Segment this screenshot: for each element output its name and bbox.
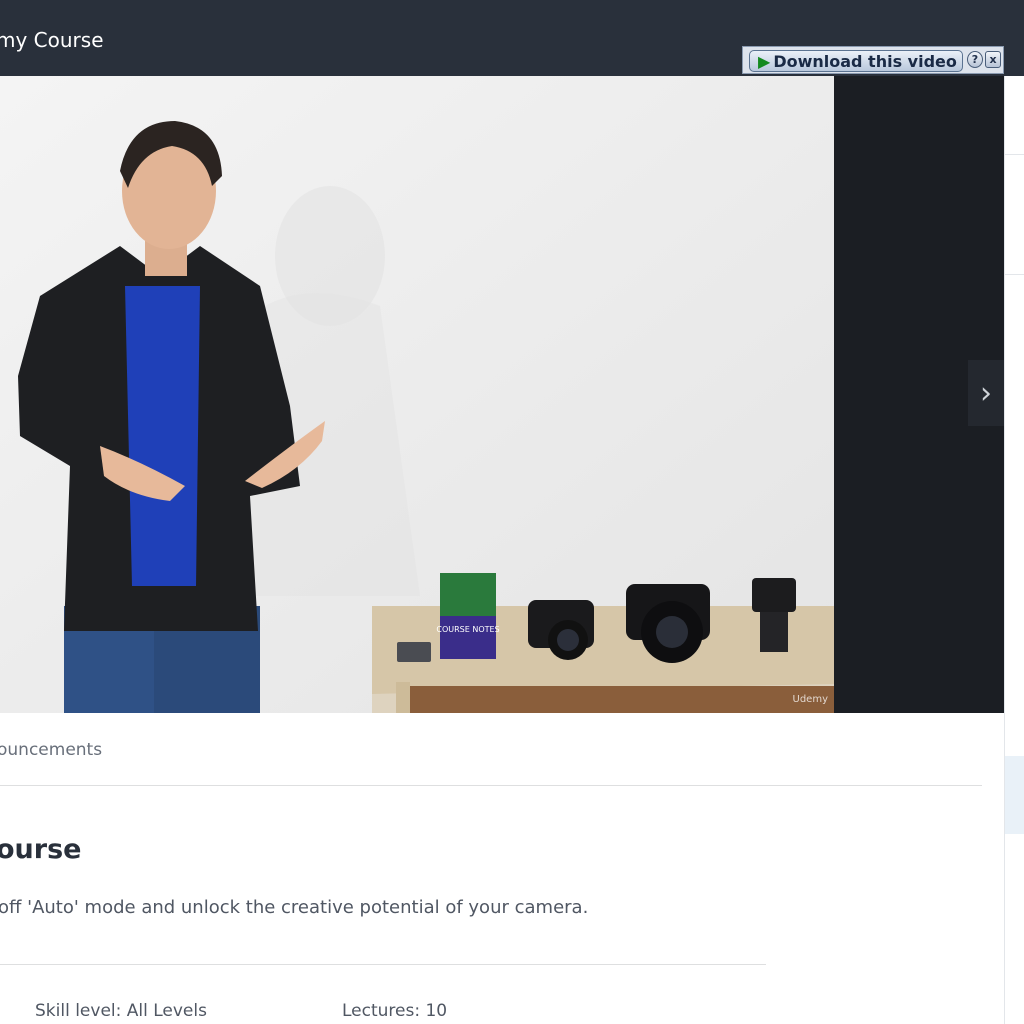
sidebar-divider: [1005, 274, 1024, 275]
description-divider: [0, 964, 766, 965]
skill-level: Skill level: All Levels: [35, 1001, 207, 1021]
close-icon[interactable]: x: [985, 51, 1001, 68]
play-icon: ▶: [758, 51, 771, 71]
download-label: Download this video: [773, 51, 957, 71]
course-description: off 'Auto' mode and unlock the creative …: [0, 897, 589, 918]
tabs-divider: [0, 785, 982, 786]
book-title: COURSE NOTES: [436, 625, 499, 634]
lecture-count: Lectures: 10: [342, 1001, 448, 1021]
download-toolbar: ▶ Download this video ? x: [742, 46, 1004, 74]
video-player[interactable]: COURSE NOTES Udemy: [0, 76, 1004, 713]
download-video-button[interactable]: ▶ Download this video: [749, 50, 963, 72]
right-sidebar: [1004, 76, 1024, 1024]
tab-announcements[interactable]: ouncements: [0, 740, 102, 760]
udemy-watermark: Udemy: [792, 694, 828, 705]
sidebar-highlight-item[interactable]: [1005, 756, 1024, 834]
video-frame: COURSE NOTES Udemy: [0, 76, 834, 713]
next-lecture-chevron-right-icon[interactable]: ›: [968, 360, 1004, 426]
course-title[interactable]: my Course: [0, 28, 104, 52]
course-heading: ourse: [0, 834, 82, 865]
help-icon[interactable]: ?: [967, 51, 983, 68]
sidebar-divider: [1005, 154, 1024, 155]
video-scene: COURSE NOTES: [0, 76, 834, 713]
